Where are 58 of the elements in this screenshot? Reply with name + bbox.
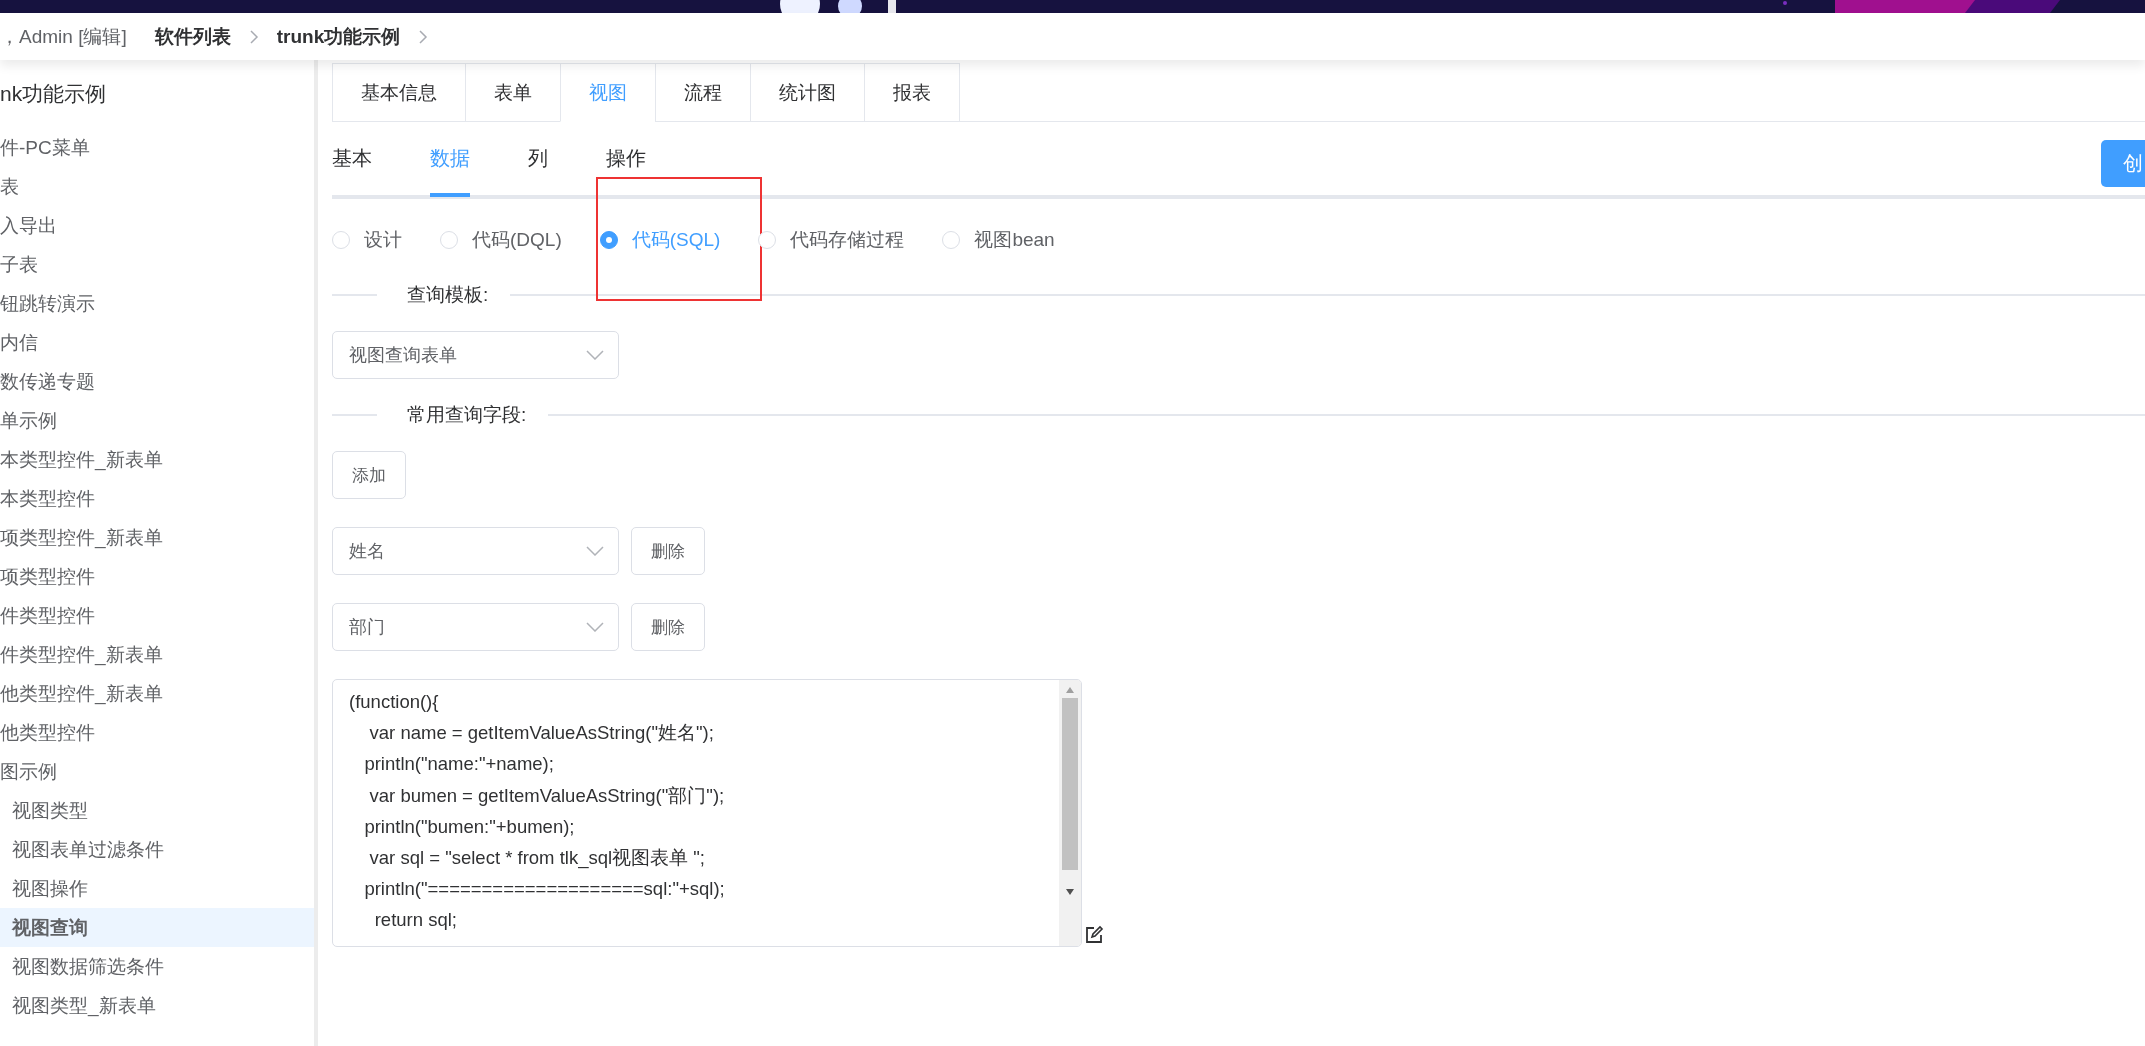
sidebar-item[interactable]: 项类型控件_新表单 (0, 518, 314, 557)
sidebar-item[interactable]: 单示例 (0, 401, 314, 440)
sidebar-item[interactable]: 本类型控件_新表单 (0, 440, 314, 479)
radio-option[interactable]: 设计 (332, 227, 402, 253)
sub-tab[interactable]: 基本 (332, 124, 372, 197)
radio-icon[interactable] (599, 231, 618, 249)
sidebar-item[interactable]: 数传递专题 (0, 362, 314, 401)
breadcrumb-link[interactable]: trunk功能示例 (276, 23, 401, 50)
tab[interactable]: 表单 (465, 63, 560, 121)
radio-option[interactable]: 代码存储过程 (758, 227, 905, 253)
scrollbar[interactable] (1059, 680, 1081, 946)
dropdown-caret-icon (586, 622, 604, 632)
tab[interactable]: 基本信息 (332, 63, 465, 121)
sidebar-item[interactable]: 表 (0, 167, 314, 206)
sidebar-item[interactable]: 视图查询 (0, 908, 314, 947)
add-button[interactable]: 添加 (332, 451, 406, 499)
sidebar-item[interactable]: 图示例 (0, 752, 314, 791)
sidebar-item[interactable]: 视图操作 (0, 869, 314, 908)
sidebar-item[interactable]: 内信 (0, 323, 314, 362)
arrow-down-icon[interactable] (1065, 888, 1075, 896)
section-label: 常用查询字段: (406, 403, 528, 427)
sidebar-item[interactable]: 入导出 (0, 206, 314, 245)
chevron-right-icon (248, 28, 259, 45)
radio-option[interactable]: 视图bean (942, 227, 1055, 253)
radio-option[interactable]: 代码(DQL) (440, 227, 562, 253)
template-select[interactable]: 视图查询表单 (332, 331, 619, 379)
arrow-up-icon[interactable] (1065, 686, 1075, 694)
dropdown-caret-icon (586, 350, 604, 360)
code-field[interactable]: (function(){ var name = getItemValueAsString("姓名"); println("name:"+name); var bumen = getItemValueAsString("部门"); println("bumen:"+bumen); var sql = "select * from tlk_sql视图表单 "; println("====================sql:"+sql); return sql; (332, 679, 1082, 947)
chevron-right-icon (418, 28, 429, 45)
breadcrumb-link[interactable]: 软件列表 (154, 23, 231, 50)
sidebar-item[interactable]: 他类型控件 (0, 713, 314, 752)
tab[interactable]: 流程 (655, 63, 750, 121)
sidebar-item[interactable]: 件-PC菜单 (0, 128, 314, 167)
delete-button[interactable]: 删除 (631, 603, 705, 651)
sidebar-item[interactable]: 件类型控件 (0, 596, 314, 635)
dropdown-caret-icon (586, 546, 604, 556)
sidebar-item[interactable]: 视图类型 (0, 791, 314, 830)
user-label: ，Admin [编辑] (0, 24, 127, 49)
field-select[interactable]: 部门 (332, 603, 619, 651)
sidebar-item[interactable]: 子表 (0, 245, 314, 284)
tab[interactable]: 报表 (864, 63, 960, 121)
delete-button[interactable]: 删除 (631, 527, 705, 575)
sidebar-item[interactable]: 视图数据筛选条件 (0, 947, 314, 986)
sidebar-item[interactable]: 视图类型_新表单 (0, 986, 314, 1025)
sidebar-item[interactable]: 视图表单过滤条件 (0, 830, 314, 869)
field-select[interactable]: 姓名 (332, 527, 619, 575)
tab[interactable]: 统计图 (750, 63, 864, 121)
sidebar-item[interactable]: 件类型控件_新表单 (0, 635, 314, 674)
section-label: 查询模板: (406, 283, 490, 307)
sidebar-title: nk功能示例 (0, 81, 108, 107)
sidebar-item[interactable]: 项类型控件 (0, 557, 314, 596)
edit-icon[interactable] (1084, 925, 1104, 945)
sub-tab[interactable]: 操作 (606, 124, 646, 197)
sidebar-item[interactable]: 本类型控件 (0, 479, 314, 518)
sub-tab[interactable]: 列 (528, 124, 548, 197)
sidebar-item[interactable]: 他类型控件_新表单 (0, 674, 314, 713)
sidebar-item[interactable]: 钮跳转演示 (0, 284, 314, 323)
